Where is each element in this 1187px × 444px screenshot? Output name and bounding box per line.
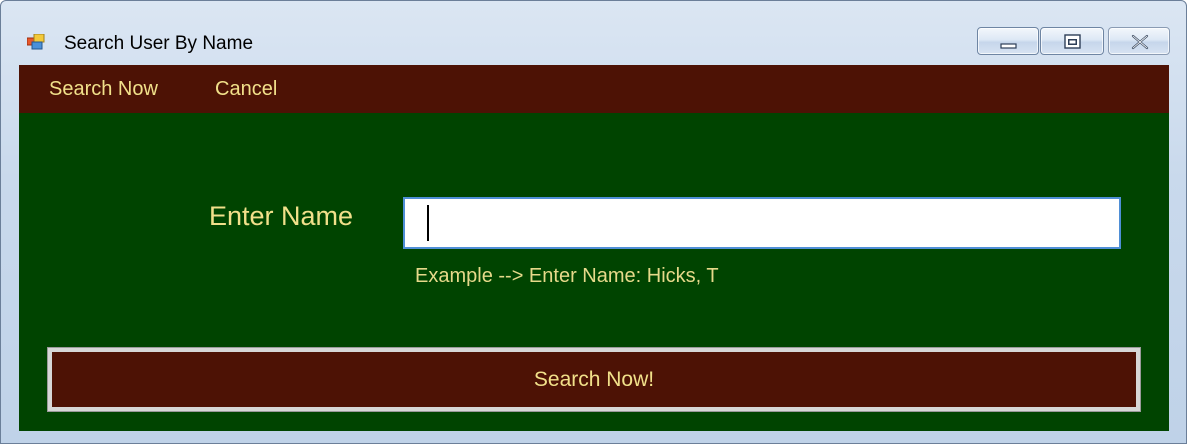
window-title: Search User By Name (64, 33, 254, 54)
enter-name-label: Enter Name (209, 201, 354, 231)
title-bar[interactable]: Search User By Name (1, 1, 1186, 65)
windows-form-icon (26, 33, 45, 50)
maximize-button[interactable] (1040, 27, 1104, 55)
name-input[interactable] (403, 197, 1121, 249)
app-window: Search User By Name Search Now Cancel En… (0, 0, 1187, 444)
menu-bar: Search Now Cancel (19, 65, 1169, 113)
menu-item-search-now[interactable]: Search Now (49, 78, 158, 101)
text-caret (427, 205, 429, 241)
example-hint: Example --> Enter Name: Hicks, T (415, 265, 719, 287)
menu-item-cancel[interactable]: Cancel (215, 78, 277, 101)
form-body: Enter Name Example --> Enter Name: Hicks… (19, 113, 1169, 431)
minimize-button[interactable] (977, 27, 1039, 55)
search-now-button[interactable]: Search Now! (48, 348, 1140, 411)
close-button[interactable] (1108, 27, 1170, 55)
